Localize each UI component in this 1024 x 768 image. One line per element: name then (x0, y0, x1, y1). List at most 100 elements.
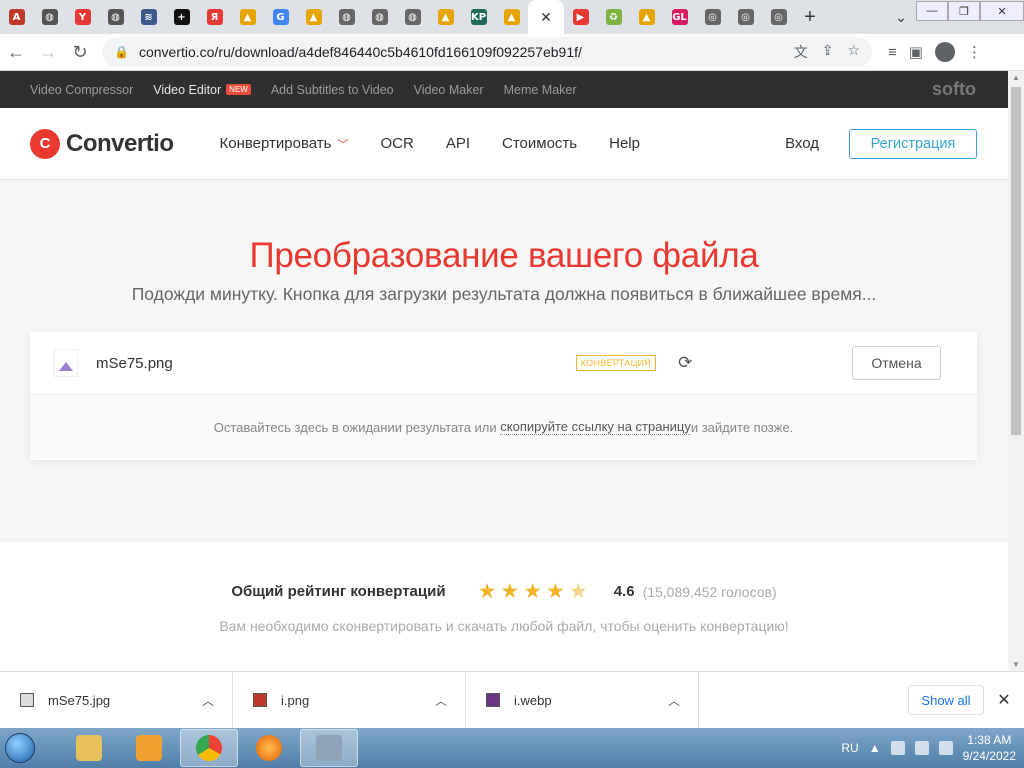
network-icon[interactable] (890, 741, 905, 755)
plus-circle-icon[interactable]: + (173, 9, 190, 25)
browser-tab[interactable]: ≋ (132, 0, 165, 34)
taskbar-explorer[interactable] (60, 729, 118, 767)
browser-tab[interactable]: ▶ (564, 0, 597, 34)
chrome-icon[interactable] (196, 735, 222, 761)
nav-api[interactable]: API (446, 135, 470, 152)
download-name[interactable]: i.webp (514, 693, 552, 708)
link-video-compressor[interactable]: Video Compressor (30, 83, 133, 97)
chrome-icon[interactable]: ◎ (770, 9, 787, 25)
taskbar-firefox[interactable] (240, 729, 298, 767)
image-icon[interactable]: ▲ (239, 9, 256, 25)
app-icon[interactable] (316, 735, 342, 761)
firefox-icon[interactable] (256, 735, 282, 761)
nav-convert[interactable]: Конвертировать ﹀ (220, 135, 349, 152)
close-icon[interactable]: ✕ (984, 690, 1024, 710)
globe-icon[interactable]: ◍ (338, 9, 355, 25)
side-panel-icon[interactable]: ▣ (909, 43, 923, 61)
forward-arrow-icon[interactable]: → (32, 36, 64, 68)
browser-tab[interactable]: ◎ (696, 0, 729, 34)
browser-tab[interactable]: KP (462, 0, 495, 34)
volume-icon[interactable] (938, 741, 953, 755)
chevron-up-icon[interactable]: ︿ (668, 692, 680, 709)
scroll-up-icon[interactable]: ▲ (1012, 73, 1020, 82)
download-item[interactable]: i.png ︿ (233, 671, 466, 729)
cancel-button[interactable]: Отмена (852, 346, 941, 380)
browser-tab[interactable]: ◍ (330, 0, 363, 34)
browser-tab[interactable]: ▲ (495, 0, 528, 34)
maximize-button[interactable]: ❐ (948, 1, 980, 21)
tab-close-icon[interactable]: ✕ (540, 9, 552, 26)
minimize-button[interactable]: — (916, 1, 948, 21)
chevron-up-icon[interactable]: ︿ (435, 692, 447, 709)
link-add-subtitles[interactable]: Add Subtitles to Video (271, 83, 394, 97)
nav-pricing[interactable]: Стоимость (502, 135, 577, 152)
url-text[interactable]: convertio.co/ru/download/a4def846440c5b4… (139, 44, 582, 60)
chrome-icon[interactable]: ◎ (737, 9, 754, 25)
image-icon[interactable]: ▲ (638, 9, 655, 25)
nav-ocr[interactable]: OCR (380, 135, 413, 152)
globe-icon[interactable]: ◍ (404, 9, 421, 25)
close-window-button[interactable]: ✕ (980, 1, 1024, 21)
folder-icon[interactable] (76, 735, 102, 761)
convertio-logo[interactable]: C Convertio (30, 128, 174, 159)
chart-icon[interactable]: ≋ (140, 9, 157, 25)
image-icon[interactable]: ▲ (503, 9, 520, 25)
nav-convert-label[interactable]: Конвертировать (220, 135, 332, 152)
share-icon[interactable]: ⇪ (822, 42, 834, 62)
half-star-icon[interactable]: ★ (569, 580, 592, 603)
browser-tab[interactable]: A (0, 0, 33, 34)
clock[interactable]: 1:38 AM 9/24/2022 (963, 732, 1016, 764)
image-icon[interactable]: ▲ (305, 9, 322, 25)
convertio-logo-text[interactable]: Convertio (66, 130, 174, 158)
taskbar-media[interactable] (120, 729, 178, 767)
softo-logo[interactable]: softo (932, 79, 976, 100)
back-arrow-icon[interactable]: ← (0, 36, 32, 68)
active-tab[interactable]: ✕ (528, 0, 564, 34)
page-scrollbar[interactable]: ▲ ▼ (1008, 71, 1024, 671)
chevron-up-icon[interactable]: ︿ (202, 692, 214, 709)
browser-tab[interactable]: + (165, 0, 198, 34)
star-icon[interactable]: ★ (500, 580, 523, 603)
browser-tab[interactable]: ◍ (33, 0, 66, 34)
image-icon[interactable]: ▲ (437, 9, 454, 25)
star-icon[interactable]: ★ (546, 580, 569, 603)
browser-tab[interactable]: ◍ (396, 0, 429, 34)
yandex-icon[interactable]: Я (206, 9, 223, 25)
flag-icon[interactable] (914, 741, 929, 755)
browser-tab[interactable]: Я (198, 0, 231, 34)
show-all-button[interactable]: Show all (908, 685, 984, 715)
language-indicator[interactable]: RU (841, 741, 858, 755)
address-bar[interactable]: 🔒 convertio.co/ru/download/a4def846440c5… (102, 37, 872, 67)
bookmark-star-icon[interactable]: ☆ (847, 42, 860, 62)
download-name[interactable]: mSe75.jpg (48, 693, 110, 708)
browser-tab[interactable]: ▲ (297, 0, 330, 34)
globe-icon[interactable]: ◍ (41, 9, 58, 25)
google-icon[interactable]: G (272, 9, 289, 25)
convertio-logo-icon[interactable]: C (30, 128, 60, 159)
kp-icon[interactable]: KP (470, 9, 487, 25)
copy-link[interactable]: скопируйте ссылку на страницу (500, 419, 691, 435)
windows-orb-icon[interactable] (5, 733, 35, 763)
link-video-maker[interactable]: Video Maker (414, 83, 484, 97)
browser-tab[interactable]: Y (66, 0, 99, 34)
browser-tab[interactable]: GL (663, 0, 696, 34)
nav-help[interactable]: Help (609, 135, 640, 152)
scroll-down-icon[interactable]: ▼ (1012, 660, 1020, 669)
tab-search-chevron-icon[interactable]: ⌄ (886, 9, 916, 26)
recycle-icon[interactable]: ♻ (605, 9, 622, 25)
chrome-icon[interactable]: ◎ (704, 9, 721, 25)
reading-list-icon[interactable]: ≡ (888, 44, 897, 61)
browser-tab[interactable]: ▲ (231, 0, 264, 34)
link-video-editor[interactable]: Video Editor NEW (153, 83, 251, 97)
taskbar-app[interactable] (300, 729, 358, 767)
login-link[interactable]: Вход (785, 135, 819, 152)
download-name[interactable]: i.png (281, 693, 309, 708)
download-item[interactable]: i.webp ︿ (466, 671, 699, 729)
star-icon[interactable]: ★ (523, 580, 546, 603)
link-meme-maker[interactable]: Meme Maker (504, 83, 577, 97)
browser-tab[interactable]: ◍ (99, 0, 132, 34)
globe-icon[interactable]: ◍ (107, 9, 124, 25)
download-item[interactable]: mSe75.jpg ︿ (0, 671, 233, 729)
register-button[interactable]: Регистрация (849, 128, 977, 159)
browser-tab[interactable]: ▲ (630, 0, 663, 34)
